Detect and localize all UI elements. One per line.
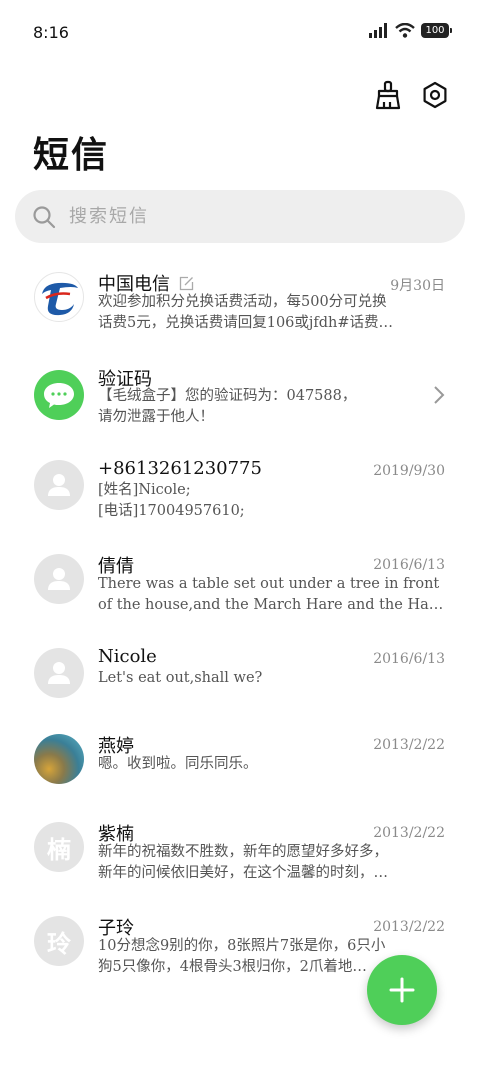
settings-button[interactable] <box>418 78 452 112</box>
person-icon <box>48 474 70 496</box>
wifi-icon <box>395 23 415 38</box>
avatar-letter: 玲 <box>47 928 71 958</box>
settings-icon <box>423 81 447 109</box>
conversation-item[interactable]: Nicole 2016/6/13 Let's eat out,shall we? <box>0 638 480 732</box>
conversation-preview: 嗯。收到啦。同乐同乐。 <box>98 756 258 772</box>
page-title: 短信 <box>33 134 110 176</box>
new-message-button[interactable] <box>367 955 437 1025</box>
conversation-date: 2013/2/22 <box>373 825 445 841</box>
status-bar: 8:16 100 <box>0 0 480 66</box>
avatar-letter: 楠 <box>47 834 71 864</box>
person-icon <box>48 662 70 684</box>
conversation-preview: 【毛绒盒子】您的验证码为：047588， 请勿泄露于他人！ <box>98 388 357 425</box>
signal-icon <box>369 23 387 38</box>
verification-avatar <box>34 370 84 420</box>
chevron-right-icon <box>434 386 445 404</box>
search-bar[interactable] <box>15 190 465 243</box>
contact-letter-avatar: 楠 <box>34 822 84 872</box>
conversation-preview: Let's eat out,shall we? <box>98 670 263 686</box>
status-time: 8:16 <box>33 23 69 42</box>
contact-letter-avatar: 玲 <box>34 916 84 966</box>
contact-avatar <box>34 460 84 510</box>
status-icons: 100 <box>369 23 452 38</box>
conversation-date: 2013/2/22 <box>373 919 445 935</box>
plus-icon <box>389 977 415 1003</box>
battery-icon: 100 <box>421 23 452 38</box>
search-input[interactable] <box>67 205 431 228</box>
contact-avatar <box>34 554 84 604</box>
china-telecom-logo-icon <box>42 282 78 316</box>
conversation-name: Nicole <box>98 646 157 667</box>
conversation-item[interactable]: 验证码 【毛绒盒子】您的验证码为：047588， 请勿泄露于他人！ <box>0 356 480 450</box>
broom-icon <box>375 80 401 110</box>
conversation-date: 2013/2/22 <box>373 737 445 753</box>
conversation-date: 2016/6/13 <box>373 651 445 667</box>
conversation-item[interactable]: +8613261230775 2019/9/30 [姓名]Nicole; [电话… <box>0 450 480 544</box>
china-telecom-avatar <box>34 272 84 322</box>
conversation-date: 2016/6/13 <box>373 557 445 573</box>
contact-photo-avatar <box>34 734 84 784</box>
conversation-preview: 欢迎参加积分兑换话费活动，每500分可兑换 话费5元，兑换话费请回复106或jf… <box>98 294 394 331</box>
conversation-preview: 新年的祝福数不胜数，新年的愿望好多好多， 新年的问候依旧美好，在这个温馨的时刻，… <box>98 844 388 881</box>
search-icon <box>31 204 57 230</box>
person-icon <box>48 568 70 590</box>
conversation-date: 2019/9/30 <box>373 463 445 479</box>
contact-avatar <box>34 648 84 698</box>
conversation-item[interactable]: 燕婷 2013/2/22 嗯。收到啦。同乐同乐。 <box>0 732 480 826</box>
edit-icon <box>179 276 193 291</box>
conversation-preview: [姓名]Nicole; [电话]17004957610; <box>98 482 245 519</box>
conversation-item[interactable]: 楠 紫楠 2013/2/22 新年的祝福数不胜数，新年的愿望好多好多， 新年的问… <box>0 820 480 914</box>
conversation-item[interactable]: 中国电信 9月30日 欢迎参加积分兑换话费活动，每500分可兑换 话费5元，兑换… <box>0 262 480 356</box>
conversation-preview: There was a table set out under a tree i… <box>98 576 446 613</box>
top-actions <box>370 78 452 112</box>
clean-button[interactable] <box>370 78 404 112</box>
message-bubble-icon <box>44 383 74 408</box>
conversation-item[interactable]: 倩倩 2016/6/13 There was a table set out u… <box>0 544 480 638</box>
conversation-name: +8613261230775 <box>98 458 262 479</box>
